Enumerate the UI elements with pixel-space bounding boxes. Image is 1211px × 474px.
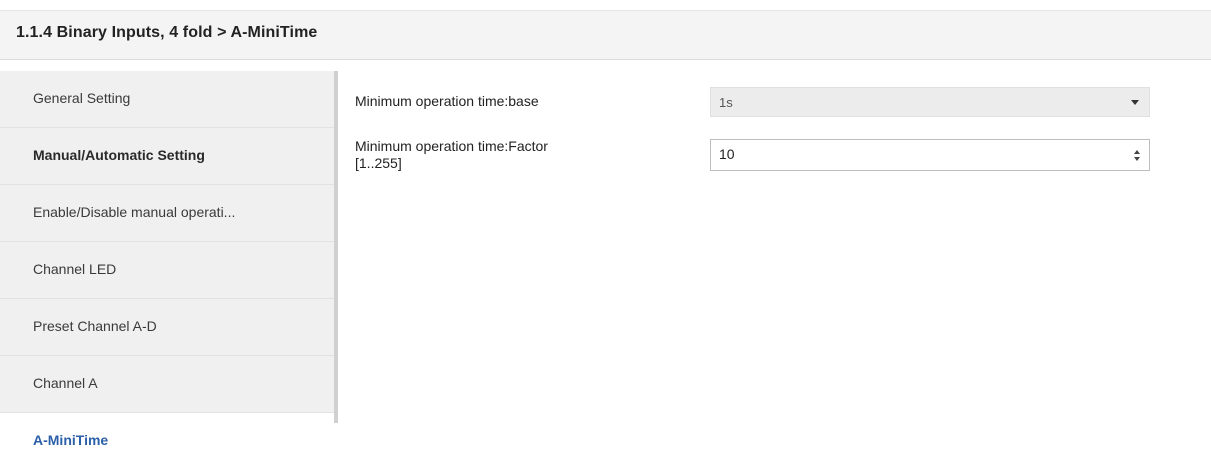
- sidebar-item-a-minitime[interactable]: A-MiniTime: [0, 413, 334, 470]
- sidebar-item-label: Channel A: [33, 375, 98, 391]
- sidebar-item-label: Channel LED: [33, 261, 117, 277]
- page-title: 1.1.4 Binary Inputs, 4 fold > A-MiniTime: [16, 24, 318, 41]
- spin-down-icon[interactable]: [1134, 157, 1140, 161]
- factor-param-label-line1: Minimum operation time:Factor: [355, 138, 548, 154]
- sidebar-item-preset-channel[interactable]: Preset Channel A-D: [0, 299, 334, 356]
- factor-param-label-line2: [1..255]: [355, 155, 402, 171]
- sidebar-item-general-setting[interactable]: General Setting: [0, 71, 334, 128]
- sidebar-divider: [334, 71, 338, 423]
- base-select[interactable]: 1s: [710, 87, 1150, 117]
- base-param-label: Minimum operation time:base: [355, 93, 539, 109]
- chevron-down-icon: [1131, 100, 1139, 105]
- sidebar-item-label: General Setting: [33, 90, 131, 106]
- base-select-value: 1s: [719, 95, 733, 110]
- sidebar-item-channel-a[interactable]: Channel A: [0, 356, 334, 413]
- sidebar-item-label: Manual/Automatic Setting: [33, 147, 205, 163]
- sidebar-item-label: Enable/Disable manual operati...: [33, 204, 236, 220]
- sidebar-item-label: A-MiniTime: [33, 432, 109, 448]
- sidebar-item-enable-disable-manual[interactable]: Enable/Disable manual operati...: [0, 185, 334, 242]
- sidebar-item-channel-led[interactable]: Channel LED: [0, 242, 334, 299]
- factor-input[interactable]: [719, 146, 1099, 162]
- spin-up-icon[interactable]: [1134, 150, 1140, 154]
- factor-param-label: Minimum operation time:Factor [1..255]: [355, 138, 548, 172]
- factor-stepper[interactable]: [710, 139, 1150, 171]
- sidebar-item-manual-automatic-setting[interactable]: Manual/Automatic Setting: [0, 128, 334, 185]
- title-bar: 1.1.4 Binary Inputs, 4 fold > A-MiniTime: [0, 10, 1211, 60]
- sidebar-item-label: Preset Channel A-D: [33, 318, 157, 334]
- sidebar: General Setting Manual/Automatic Setting…: [0, 71, 338, 470]
